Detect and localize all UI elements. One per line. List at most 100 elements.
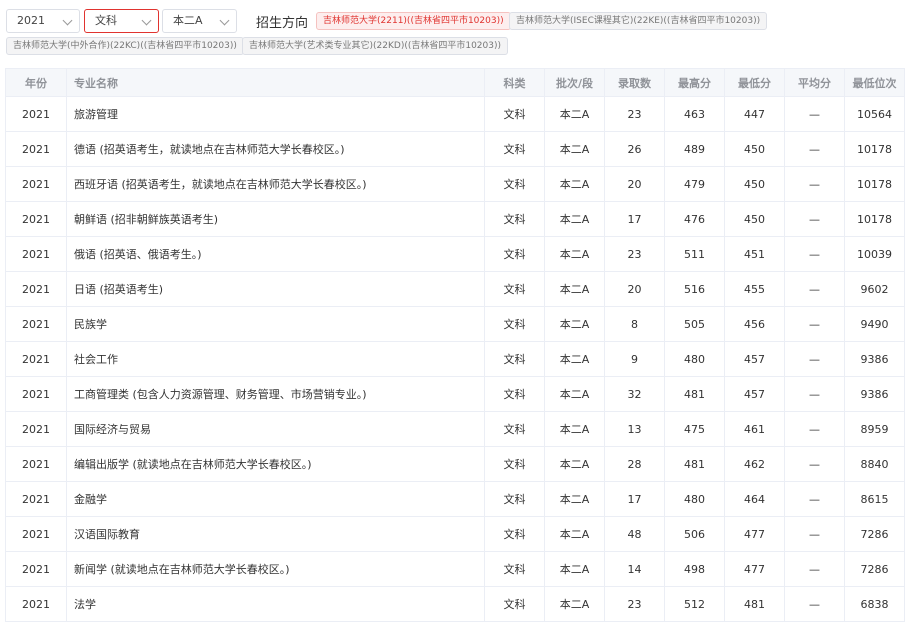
direction-tag[interactable]: 吉林师范大学(ISEC课程其它)(22KE)((吉林省四平市10203)) bbox=[509, 12, 768, 30]
cell-min-score: 457 bbox=[725, 377, 785, 411]
direction-tag[interactable]: 吉林师范大学(2211)((吉林省四平市10203)) bbox=[316, 12, 511, 30]
table-row: 2021 社会工作 文科 本二A 9 480 457— 9386 bbox=[6, 342, 904, 377]
header-min-rank: 最低位次 bbox=[852, 76, 897, 90]
table-row: 2021 工商管理类 (包含人力资源管理、财务管理、市场营销专业。) 文科 本二A 32… bbox=[6, 377, 904, 412]
subject-select-value: 文科 bbox=[95, 14, 117, 27]
cell-major: 金融学 bbox=[67, 482, 485, 516]
cell-year: 2021 bbox=[6, 132, 67, 166]
cell-subject-type: 文科 bbox=[485, 447, 545, 481]
cell-admitted: 20 bbox=[605, 272, 665, 306]
cell-year: 2021 bbox=[6, 447, 67, 481]
cell-min-rank: 6838 bbox=[860, 597, 889, 611]
cell-min-rank: 10178 bbox=[857, 212, 892, 226]
filter-bar: 2021 文科 本二A 招生方向 吉林师范大学(2211)((吉林省四平市102… bbox=[6, 9, 916, 55]
cell-year: 2021 bbox=[6, 307, 67, 341]
cell-max-score: 480 bbox=[665, 342, 725, 376]
cell-major: 民族学 bbox=[67, 307, 485, 341]
header-batch: 批次/段 bbox=[545, 69, 605, 96]
cell-avg-score: — bbox=[785, 377, 845, 411]
direction-tag[interactable]: 吉林师范大学(中外合作)(22KC)((吉林省四平市10203)) bbox=[6, 37, 244, 55]
cell-min-rank: 7286 bbox=[860, 527, 889, 541]
cell-avg-score: — bbox=[785, 272, 845, 306]
year-select[interactable]: 2021 bbox=[6, 9, 80, 33]
cell-batch: 本二A bbox=[545, 552, 605, 586]
header-admitted: 录取数 bbox=[605, 69, 665, 96]
cell-avg-score: — bbox=[785, 97, 845, 131]
cell-major: 德语 (招英语考生，就读地点在吉林师范大学长春校区。) bbox=[67, 132, 485, 166]
cell-batch: 本二A bbox=[545, 167, 605, 201]
cell-admitted: 8 bbox=[605, 307, 665, 341]
cell-major: 法学 bbox=[67, 587, 485, 621]
cell-avg-score: — bbox=[785, 307, 845, 341]
cell-max-score: 498 bbox=[665, 552, 725, 586]
cell-admitted: 13 bbox=[605, 412, 665, 446]
table-row: 2021 编辑出版学 (就读地点在吉林师范大学长春校区。) 文科 本二A 28 481 46… bbox=[6, 447, 904, 482]
cell-major: 社会工作 bbox=[67, 342, 485, 376]
header-year: 年份 bbox=[6, 69, 67, 96]
cell-major: 工商管理类 (包含人力资源管理、财务管理、市场营销专业。) bbox=[67, 377, 485, 411]
cell-year: 2021 bbox=[6, 552, 67, 586]
table-row: 2021 法学 文科 本二A 23 512 481— 6838 bbox=[6, 587, 904, 622]
cell-avg-score: — bbox=[785, 412, 845, 446]
chevron-down-icon bbox=[141, 15, 152, 26]
table-row: 2021 旅游管理 文科 本二A 23 463 447— 10564 bbox=[6, 97, 904, 132]
cell-min-rank: 10039 bbox=[857, 247, 892, 261]
chevron-down-icon bbox=[62, 15, 73, 26]
chevron-down-icon bbox=[219, 15, 230, 26]
cell-max-score: 479 bbox=[665, 167, 725, 201]
cell-min-score: 456 bbox=[725, 307, 785, 341]
cell-year: 2021 bbox=[6, 482, 67, 516]
cell-min-rank: 7286 bbox=[860, 562, 889, 576]
table-row: 2021 金融学 文科 本二A 17 480 464— 8615 bbox=[6, 482, 904, 517]
cell-subject-type: 文科 bbox=[485, 377, 545, 411]
subject-select[interactable]: 文科 bbox=[84, 9, 159, 33]
cell-subject-type: 文科 bbox=[485, 517, 545, 551]
cell-max-score: 505 bbox=[665, 307, 725, 341]
cell-avg-score: — bbox=[785, 342, 845, 376]
cell-avg-score: — bbox=[785, 167, 845, 201]
cell-min-rank: 10178 bbox=[857, 177, 892, 191]
cell-min-rank: 8959 bbox=[860, 422, 889, 436]
table-row: 2021 民族学 文科 本二A 8 505 456— 9490 bbox=[6, 307, 904, 342]
cell-subject-type: 文科 bbox=[485, 587, 545, 621]
cell-min-rank: 9386 bbox=[860, 352, 889, 366]
cell-admitted: 17 bbox=[605, 202, 665, 236]
cell-min-score: 450 bbox=[725, 167, 785, 201]
direction-tag[interactable]: 吉林师范大学(艺术类专业其它)(22KD)((吉林省四平市10203)) bbox=[242, 37, 509, 55]
cell-subject-type: 文科 bbox=[485, 552, 545, 586]
cell-max-score: 481 bbox=[665, 447, 725, 481]
cell-major: 日语 (招英语考生) bbox=[67, 272, 485, 306]
cell-batch: 本二A bbox=[545, 307, 605, 341]
header-avg-score: 平均分 bbox=[785, 69, 845, 96]
cell-batch: 本二A bbox=[545, 342, 605, 376]
cell-batch: 本二A bbox=[545, 272, 605, 306]
cell-max-score: 489 bbox=[665, 132, 725, 166]
cell-min-rank: 8840 bbox=[860, 457, 889, 471]
cell-max-score: 481 bbox=[665, 377, 725, 411]
cell-min-score: 481 bbox=[725, 587, 785, 621]
cell-year: 2021 bbox=[6, 167, 67, 201]
batch-select[interactable]: 本二A bbox=[162, 9, 237, 33]
cell-batch: 本二A bbox=[545, 517, 605, 551]
cell-min-score: 477 bbox=[725, 552, 785, 586]
cell-subject-type: 文科 bbox=[485, 272, 545, 306]
table-row: 2021 国际经济与贸易 文科 本二A 13 475 461— 8959 bbox=[6, 412, 904, 447]
cell-admitted: 9 bbox=[605, 342, 665, 376]
cell-major: 西班牙语 (招英语考生，就读地点在吉林师范大学长春校区。) bbox=[67, 167, 485, 201]
cell-year: 2021 bbox=[6, 412, 67, 446]
cell-batch: 本二A bbox=[545, 132, 605, 166]
cell-year: 2021 bbox=[6, 97, 67, 131]
cell-batch: 本二A bbox=[545, 482, 605, 516]
cell-major: 汉语国际教育 bbox=[67, 517, 485, 551]
cell-subject-type: 文科 bbox=[485, 97, 545, 131]
cell-min-score: 461 bbox=[725, 412, 785, 446]
cell-batch: 本二A bbox=[545, 97, 605, 131]
cell-avg-score: — bbox=[785, 517, 845, 551]
cell-batch: 本二A bbox=[545, 587, 605, 621]
cell-admitted: 14 bbox=[605, 552, 665, 586]
cell-avg-score: — bbox=[785, 237, 845, 271]
cell-admitted: 20 bbox=[605, 167, 665, 201]
cell-subject-type: 文科 bbox=[485, 307, 545, 341]
cell-subject-type: 文科 bbox=[485, 132, 545, 166]
header-min-score: 最低分 bbox=[725, 69, 785, 96]
